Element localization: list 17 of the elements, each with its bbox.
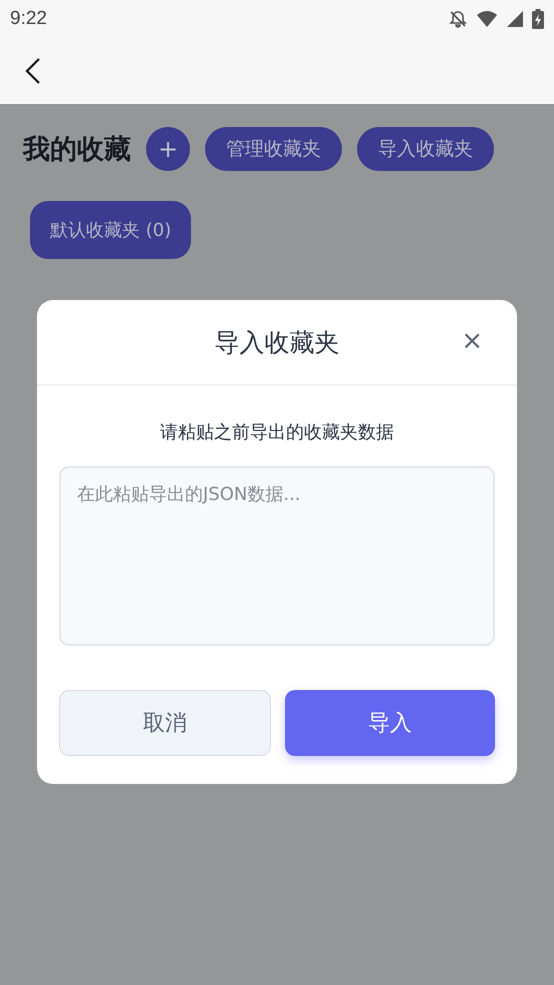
dialog-description: 请粘贴之前导出的收藏夹数据 — [159, 421, 395, 444]
action-button[interactable]: 导入收藏夹 — [357, 127, 494, 171]
battery-icon — [532, 9, 544, 29]
wifi-icon — [476, 10, 498, 28]
json-input-field[interactable]: 在此粘贴导出的JSON数据... — [59, 466, 495, 646]
cancel-button[interactable]: 取消 — [59, 690, 271, 756]
bell-off-icon — [448, 9, 468, 29]
close-button[interactable]: × — [461, 328, 483, 354]
back-icon[interactable] — [24, 57, 42, 85]
signal-icon — [506, 10, 524, 28]
action-button[interactable]: 管理收藏夹 — [205, 127, 342, 171]
add-button[interactable]: + — [146, 127, 190, 171]
dialog-title: 导入收藏夹 — [214, 326, 340, 358]
import-button[interactable]: 导入 — [285, 690, 495, 756]
status-time: 9:22 — [10, 8, 47, 30]
folder-chip[interactable]: 默认收藏夹 (0) — [30, 201, 192, 259]
page-title: 我的收藏 — [23, 133, 131, 167]
